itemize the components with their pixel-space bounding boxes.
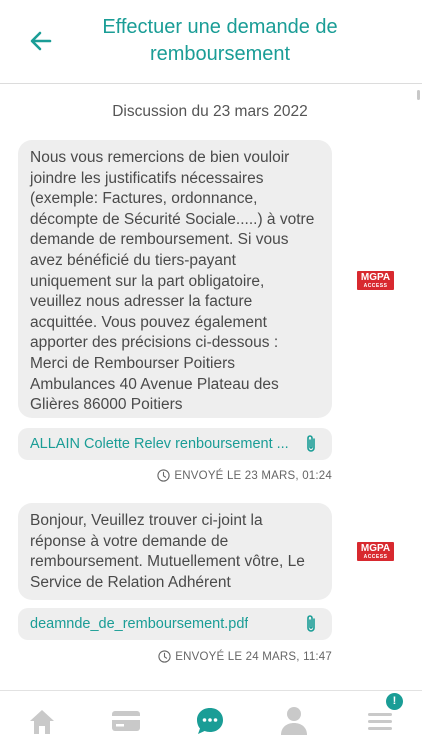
tab-card[interactable]: [106, 705, 146, 737]
logo-sub: ACCESS: [363, 283, 388, 289]
sent-status: ENVOYÉ LE 23 MARS, 01:24: [157, 469, 332, 482]
paperclip-icon: [307, 615, 315, 632]
page-title: Effectuer une demande de remboursement: [102, 16, 338, 65]
tab-home[interactable]: [22, 705, 62, 737]
top-bar: Effectuer une demande de remboursement: [0, 0, 422, 84]
paperclip-icon: [307, 435, 315, 452]
logo-sub: ACCESS: [363, 554, 388, 560]
attachment-link[interactable]: deamnde_de_remboursement.pdf: [18, 608, 332, 640]
logo-name: MGPA: [360, 543, 391, 554]
menu-icon: [368, 713, 392, 730]
sent-status-text: ENVOYÉ LE 24 MARS, 11:47: [175, 650, 332, 663]
message-bubble: Nous vous remercions de bien vouloir joi…: [18, 140, 332, 418]
attachment-link[interactable]: ALLAIN Colette Relev renboursement ...: [18, 428, 332, 460]
discussion-date: Discussion du 23 mars 2022: [112, 103, 308, 120]
sent-status: ENVOYÉ LE 24 MARS, 11:47: [158, 650, 332, 663]
arrow-left-icon: [30, 31, 52, 51]
menu-notification-badge: !: [386, 693, 403, 710]
mgpa-logo: MGPA ACCESS: [357, 542, 394, 561]
bottom-tab-bar: !: [0, 690, 422, 750]
card-icon: [112, 711, 140, 731]
user-icon: [281, 707, 307, 735]
logo-name: MGPA: [360, 272, 391, 283]
back-button[interactable]: [24, 26, 58, 56]
chat-icon: [197, 708, 223, 734]
scrollbar[interactable]: [417, 90, 420, 100]
sent-status-text: ENVOYÉ LE 23 MARS, 01:24: [174, 469, 332, 482]
clock-icon: [157, 469, 171, 482]
attachment-name[interactable]: deamnde_de_remboursement.pdf: [30, 616, 248, 632]
message-bubble: Bonjour, Veuillez trouver ci-joint la ré…: [18, 503, 332, 600]
tab-messages[interactable]: [190, 705, 230, 737]
mgpa-logo: MGPA ACCESS: [357, 271, 394, 290]
attachment-name[interactable]: ALLAIN Colette Relev renboursement ...: [30, 436, 289, 452]
clock-icon: [158, 650, 171, 663]
tab-profile[interactable]: [274, 705, 314, 737]
home-icon: [30, 710, 54, 734]
